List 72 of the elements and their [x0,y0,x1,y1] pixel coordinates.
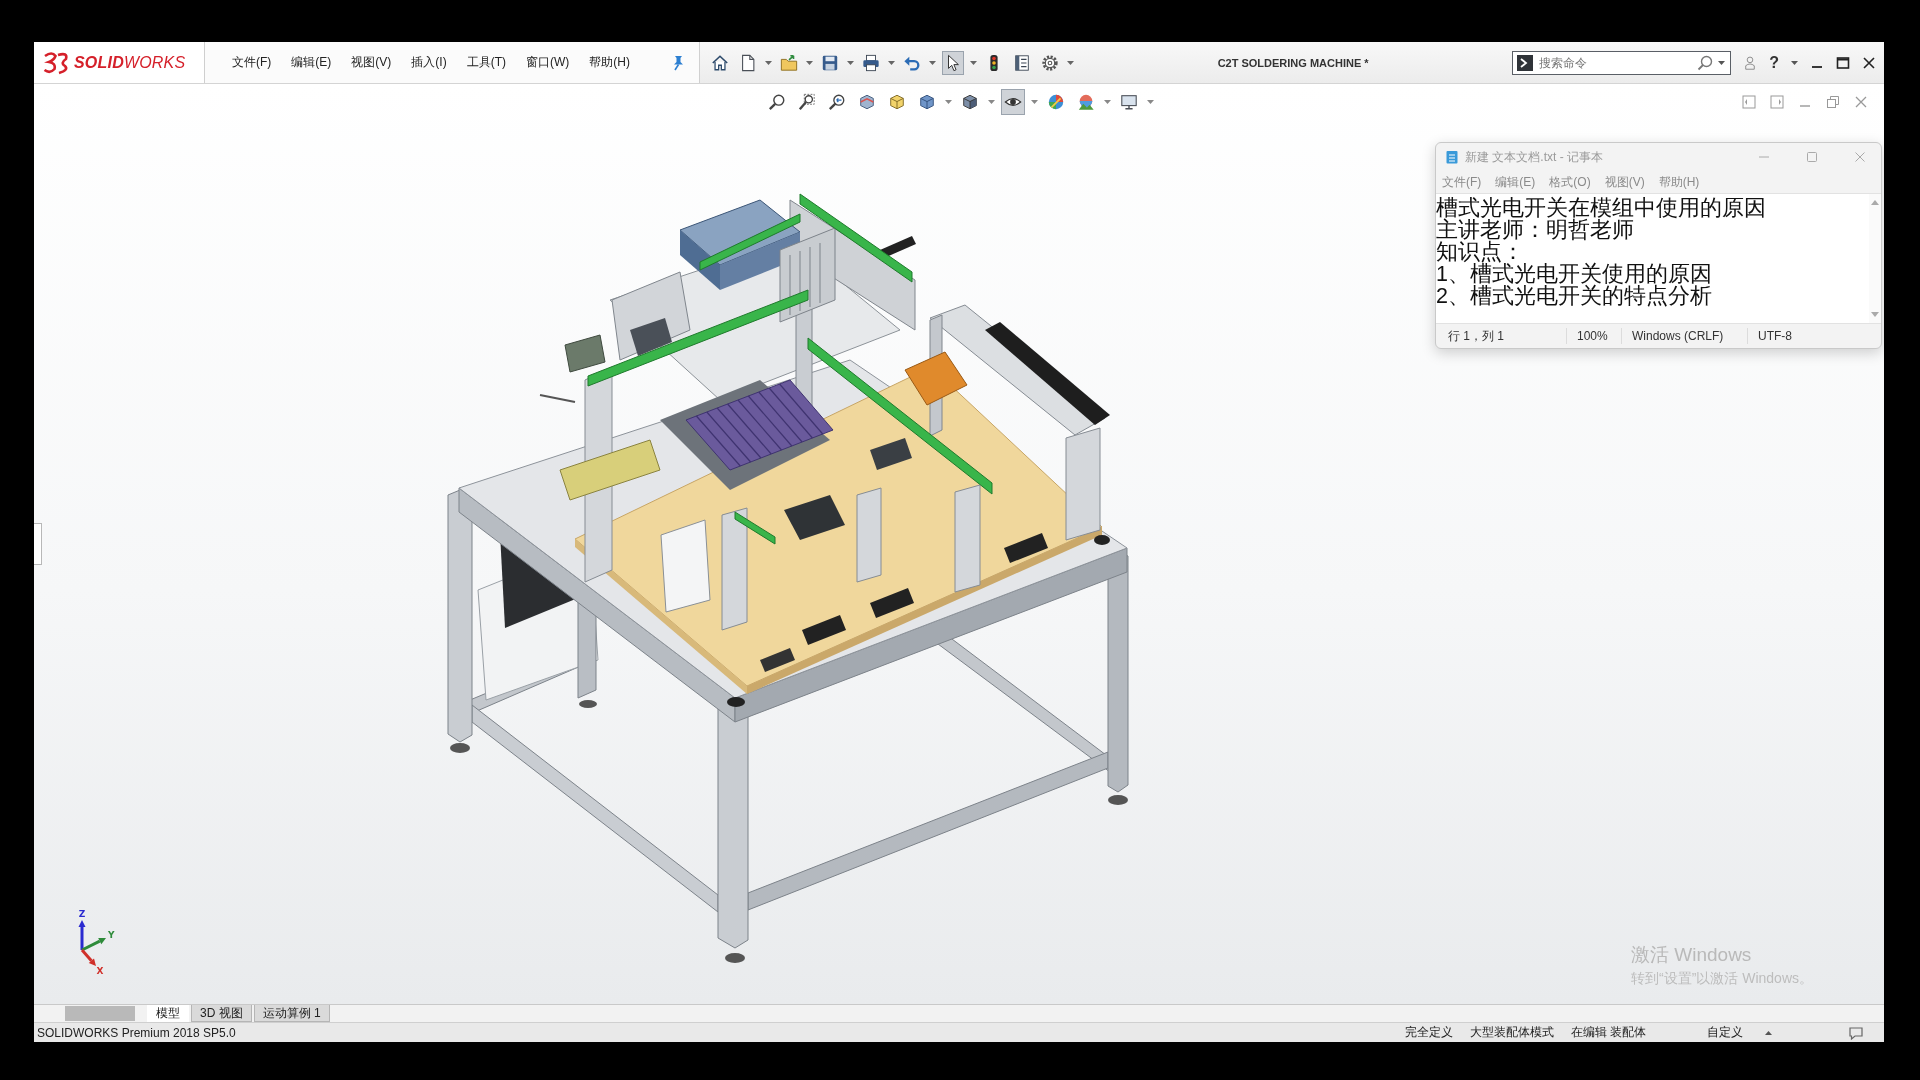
magnifier-icon [768,93,786,111]
user-icon[interactable] [1743,55,1758,70]
document-tab[interactable]: 运动算例 1 [253,1005,330,1022]
menu-item[interactable]: 文件(F) [231,52,273,73]
logo-wordmark: SOLIDWORKS [74,53,186,72]
help-button[interactable]: ? [1769,53,1779,72]
restore-icon[interactable] [1826,95,1840,109]
search-field[interactable]: 搜索命令 [1512,50,1732,75]
dropdown-caret-icon[interactable] [1791,60,1798,65]
menu-item[interactable]: 窗口(W) [525,52,571,73]
dropdown-caret-icon[interactable] [988,100,995,104]
select-button[interactable] [942,50,964,75]
menu-item[interactable]: 插入(I) [410,52,448,73]
axis-label: X [96,965,104,976]
gear-icon [1041,53,1059,72]
hide-show-items-button[interactable] [1001,89,1025,115]
close-icon[interactable] [1862,55,1876,70]
notepad-icon [1446,150,1458,164]
menu-item[interactable]: 编辑(E) [290,52,333,73]
status-field: UTF-8 [1747,328,1792,344]
magnifier-arrow-icon [828,93,846,111]
status-field: 100% [1566,328,1621,344]
cube-icon [918,93,936,111]
annotated-cube-icon [888,93,906,111]
dropdown-caret-icon[interactable] [888,60,895,65]
document-title: C2T SOLDERING MACHINE * [1216,56,1370,69]
logo-mark-icon [43,50,71,75]
panel-expand-handle[interactable] [34,523,42,565]
menu-item[interactable]: 视图(V) [350,52,393,73]
status-field: 大型装配体模式 [1469,1024,1554,1041]
dropdown-caret-icon[interactable] [1067,60,1074,65]
status-field: 自定义 [1707,1024,1743,1041]
dropdown-caret-icon[interactable] [970,60,977,65]
dropdown-caret-icon[interactable] [1104,100,1111,104]
blank-page-icon [739,53,757,72]
maximize-icon[interactable] [1836,55,1850,70]
product-version-text: SOLIDWORKS Premium 2018 SP5.0 [37,1025,236,1040]
status-field: 完全定义 [1404,1024,1453,1041]
list-sheet-icon [1013,53,1031,72]
tile-left-icon[interactable] [1742,95,1756,109]
menu-item[interactable]: 帮助(H) [588,52,631,73]
dropdown-caret-icon[interactable] [929,60,936,65]
status-field: Windows (CRLF) [1621,328,1747,344]
dropdown-caret-icon[interactable] [1147,100,1154,104]
landscape-sphere-icon [1077,93,1095,111]
search-icon[interactable] [1697,54,1714,71]
color-ball-icon [1047,93,1065,111]
document-tab[interactable]: 3D 视图 [191,1005,252,1022]
status-field: 在编辑 装配体 [1570,1024,1646,1041]
dropdown-caret-icon[interactable] [945,100,952,104]
axis-label: Y [108,930,115,941]
printer-icon [862,53,880,72]
dropdown-caret-icon[interactable] [1031,100,1038,104]
window-title: 新建 文本文档.txt - 记事本 [1465,148,1604,166]
expand-caret-icon[interactable] [1765,1030,1772,1035]
tile-right-icon[interactable] [1770,95,1784,109]
house-icon [711,53,729,72]
monitor-icon [1120,93,1138,111]
shaded-cube-icon [961,93,979,111]
folder-icon [780,53,798,72]
sliced-cube-icon [858,93,876,111]
pushpin-icon[interactable] [671,54,685,71]
axis-label: Z [78,909,86,919]
dropdown-caret-icon[interactable] [847,60,854,65]
dropdown-caret-icon[interactable] [806,60,813,65]
document-tab[interactable]: 模型 [147,1005,189,1022]
status-field: 行 1，列 1 [1436,328,1566,344]
chat-bubble-icon[interactable] [1848,1025,1864,1040]
magnifier-frame-icon [798,93,816,111]
dropdown-caret-icon[interactable] [765,60,772,65]
dropdown-caret-icon[interactable] [1718,60,1726,65]
menu-item[interactable]: 工具(T) [465,52,507,73]
